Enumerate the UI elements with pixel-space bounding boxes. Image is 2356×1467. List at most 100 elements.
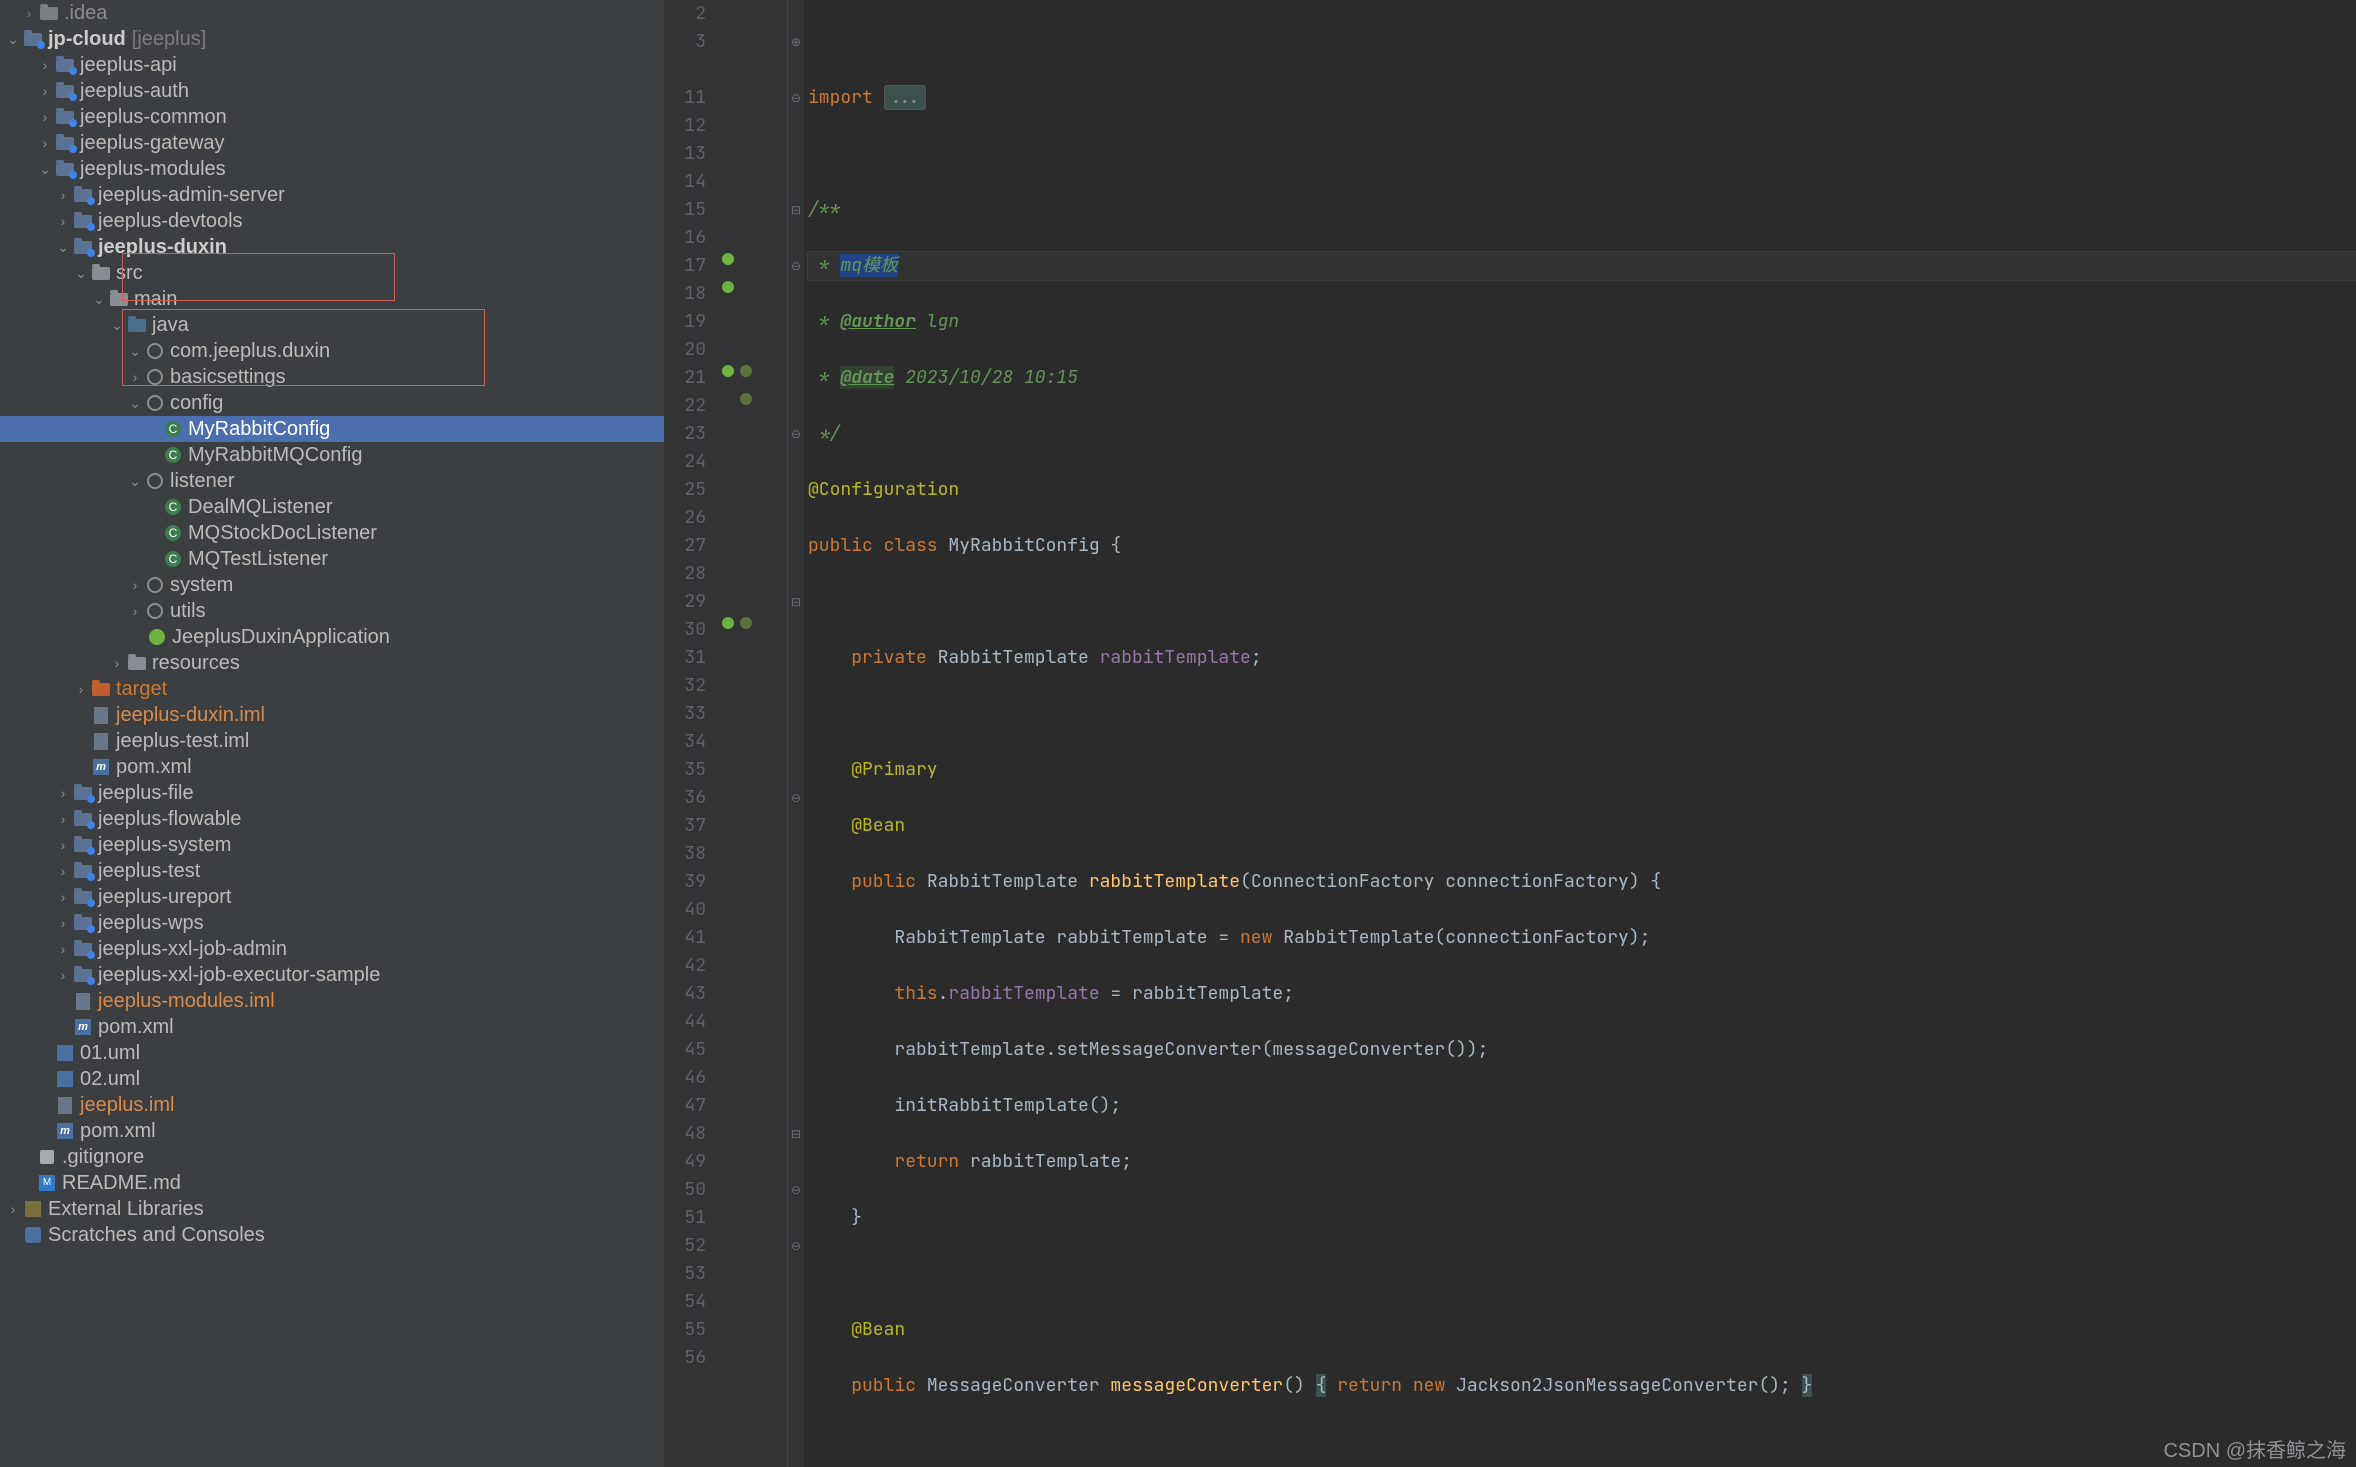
tree-auth[interactable]: › jeeplus-auth [0,78,664,104]
chevron-right-icon[interactable]: › [56,864,70,878]
tree-listener[interactable]: ⌄ listener [0,468,664,494]
chevron-right-icon[interactable]: › [56,890,70,904]
tree-duxin-iml[interactable]: jeeplus-duxin.iml [0,702,664,728]
chevron-right-icon[interactable]: › [56,812,70,826]
chevron-down-icon[interactable]: ⌄ [128,396,142,410]
tree-mqstock[interactable]: C MQStockDocListener [0,520,664,546]
tree-wps[interactable]: › jeeplus-wps [0,910,664,936]
chevron-down-icon[interactable]: ⌄ [38,162,52,176]
chevron-right-icon[interactable]: › [56,916,70,930]
chevron-right-icon[interactable]: › [6,1202,20,1216]
tree-test-mod[interactable]: › jeeplus-test [0,858,664,884]
library-icon [22,1201,44,1217]
tree-myrabbitcfg[interactable]: C MyRabbitConfig [0,416,664,442]
tree-basicsettings[interactable]: › basicsettings [0,364,664,390]
tree-test-iml[interactable]: jeeplus-test.iml [0,728,664,754]
tree-admin[interactable]: › jeeplus-admin-server [0,182,664,208]
chevron-right-icon[interactable]: › [74,682,88,696]
chevron-right-icon[interactable]: › [56,188,70,202]
project-tree[interactable]: › .idea ⌄ jp-cloud [jeeplus] › jeeplus-a… [0,0,664,1248]
bean-gutter-icon[interactable] [740,393,752,405]
fold-column[interactable]: ⊕⊖⊟⊖⊖⊟⊖⊟⊖⊖ [788,0,804,1467]
code-area[interactable]: import ... /** * mq模板 * @author lgn * @d… [804,0,2356,1467]
tree-modules[interactable]: ⌄ jeeplus-modules [0,156,664,182]
tree-uml1[interactable]: 01.uml [0,1040,664,1066]
tree-target[interactable]: › target [0,676,664,702]
chevron-down-icon[interactable]: ⌄ [128,474,142,488]
tree-system[interactable]: › system [0,572,664,598]
tree-main[interactable]: ⌄ main [0,286,664,312]
module-icon [72,969,94,982]
tree-gitignore[interactable]: .gitignore [0,1144,664,1170]
tree-label: system [170,575,233,595]
chevron-right-icon[interactable]: › [38,84,52,98]
tree-dealmq[interactable]: C DealMQListener [0,494,664,520]
chevron-down-icon[interactable]: ⌄ [110,318,124,332]
tree-api[interactable]: › jeeplus-api [0,52,664,78]
tree-src[interactable]: ⌄ src [0,260,664,286]
chevron-right-icon[interactable]: › [128,370,142,384]
tree-idea[interactable]: › .idea [0,0,664,26]
tree-utils[interactable]: › utils [0,598,664,624]
tree-modules-iml[interactable]: jeeplus-modules.iml [0,988,664,1014]
tree-system-mod[interactable]: › jeeplus-system [0,832,664,858]
chevron-right-icon[interactable]: › [38,136,52,150]
line-number-gutter[interactable]: 2311121314151617181920212223242526272829… [664,0,714,1467]
module-icon [22,33,44,46]
tree-resources[interactable]: › resources [0,650,664,676]
spring-gutter-icon[interactable] [722,617,734,629]
chevron-right-icon[interactable]: › [22,6,36,20]
spring-icon [146,629,168,645]
tree-pom3[interactable]: m pom.xml [0,1118,664,1144]
tree-root[interactable]: ⌄ jp-cloud [jeeplus] [0,26,664,52]
chevron-right-icon[interactable]: › [56,968,70,982]
gutter-marks[interactable] [714,0,788,1467]
tree-file-mod[interactable]: › jeeplus-file [0,780,664,806]
tree-label: MyRabbitConfig [188,419,330,439]
tree-xxl-admin[interactable]: › jeeplus-xxl-job-admin [0,936,664,962]
chevron-right-icon[interactable]: › [56,838,70,852]
tree-gateway[interactable]: › jeeplus-gateway [0,130,664,156]
tree-ureport[interactable]: › jeeplus-ureport [0,884,664,910]
chevron-right-icon[interactable]: › [128,604,142,618]
chevron-right-icon[interactable]: › [56,214,70,228]
tree-scratch[interactable]: Scratches and Consoles [0,1222,664,1248]
tree-uml2[interactable]: 02.uml [0,1066,664,1092]
tree-pom[interactable]: m pom.xml [0,754,664,780]
chevron-right-icon[interactable]: › [38,110,52,124]
tree-java[interactable]: ⌄ java [0,312,664,338]
chevron-right-icon[interactable]: › [128,578,142,592]
tree-pkg[interactable]: ⌄ com.jeeplus.duxin [0,338,664,364]
chevron-right-icon[interactable]: › [56,942,70,956]
bean-gutter-icon[interactable] [740,617,752,629]
spring-gutter-icon[interactable] [722,365,734,377]
tree-devtools[interactable]: › jeeplus-devtools [0,208,664,234]
chevron-right-icon[interactable]: › [56,786,70,800]
tree-readme[interactable]: M README.md [0,1170,664,1196]
tree-label: Scratches and Consoles [48,1225,265,1245]
tree-xxl-exec[interactable]: › jeeplus-xxl-job-executor-sample [0,962,664,988]
tree-mqtest[interactable]: C MQTestListener [0,546,664,572]
tree-label: jeeplus-duxin [98,237,227,257]
tree-config[interactable]: ⌄ config [0,390,664,416]
tree-common[interactable]: › jeeplus-common [0,104,664,130]
chevron-right-icon[interactable]: › [38,58,52,72]
chevron-down-icon[interactable]: ⌄ [56,240,70,254]
tree-pom2[interactable]: m pom.xml [0,1014,664,1040]
chevron-down-icon[interactable]: ⌄ [74,266,88,280]
chevron-down-icon[interactable]: ⌄ [128,344,142,358]
tree-duxin[interactable]: ⌄ jeeplus-duxin [0,234,664,260]
chevron-right-icon[interactable]: › [110,656,124,670]
chevron-down-icon[interactable]: ⌄ [6,32,20,46]
tree-myrabbitmqcfg[interactable]: C MyRabbitMQConfig [0,442,664,468]
tree-flowable[interactable]: › jeeplus-flowable [0,806,664,832]
chevron-down-icon[interactable]: ⌄ [92,292,106,306]
fold-indicator[interactable]: ... [884,85,926,110]
tree-ext-lib[interactable]: › External Libraries [0,1196,664,1222]
bean-gutter-icon[interactable] [740,365,752,377]
spring-gutter-icon[interactable] [722,253,734,265]
tree-appclass[interactable]: JeeplusDuxinApplication [0,624,664,650]
tree-jeeplus-iml[interactable]: jeeplus.iml [0,1092,664,1118]
spring-gutter-icon[interactable] [722,281,734,293]
code-token: public [808,1374,927,1397]
